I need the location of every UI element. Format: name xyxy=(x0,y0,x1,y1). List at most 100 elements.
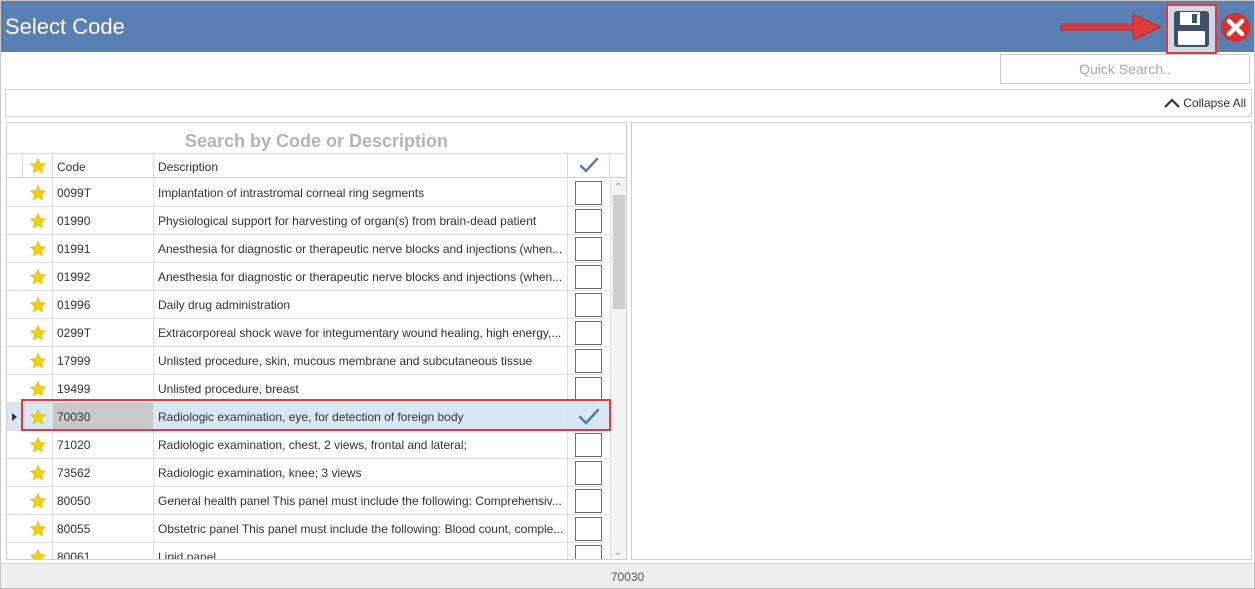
select-checkbox-cell[interactable] xyxy=(568,263,609,291)
description-cell[interactable]: Obstetric panel This panel must include … xyxy=(154,515,568,543)
header-code-col[interactable]: Code xyxy=(53,154,154,177)
select-checkbox-cell[interactable] xyxy=(568,403,609,431)
grid-rows: 0099T Implantation of intrastromal cornea… xyxy=(7,179,610,559)
select-checkbox-cell[interactable] xyxy=(568,375,609,403)
select-checkbox-cell[interactable] xyxy=(568,179,609,207)
favorite-star-cell[interactable] xyxy=(23,347,53,375)
favorite-star-cell[interactable] xyxy=(23,459,53,487)
select-checkbox-cell[interactable] xyxy=(568,515,609,543)
table-row[interactable]: 0299T Extracorporeal shock wave for integ… xyxy=(7,319,610,347)
code-cell[interactable]: 01991 xyxy=(53,235,154,263)
description-cell[interactable]: Implantation of intrastromal corneal rin… xyxy=(154,179,568,207)
select-checkbox[interactable] xyxy=(575,377,602,401)
code-cell[interactable]: 17999 xyxy=(53,347,154,375)
description-cell[interactable]: Unlisted procedure, breast xyxy=(154,375,568,403)
quick-search-input[interactable] xyxy=(1001,55,1249,83)
select-checkbox[interactable] xyxy=(575,293,602,317)
quick-search-box[interactable] xyxy=(1000,54,1250,84)
table-row[interactable]: 01990 Physiological support for harvestin… xyxy=(7,207,610,235)
table-row[interactable]: 17999 Unlisted procedure, skin, mucous me… xyxy=(7,347,610,375)
code-cell[interactable]: 71020 xyxy=(53,431,154,459)
select-checkbox-cell[interactable] xyxy=(568,235,609,263)
favorite-star-cell[interactable] xyxy=(23,431,53,459)
table-row[interactable]: 01996 Daily drug administration xyxy=(7,291,610,319)
code-cell[interactable]: 0099T xyxy=(53,179,154,207)
select-checkbox[interactable] xyxy=(575,237,602,261)
description-cell[interactable]: Radiologic examination, chest, 2 views, … xyxy=(154,431,568,459)
favorite-star-cell[interactable] xyxy=(23,487,53,515)
grid-scrollbar[interactable]: ⌃ ⌄ xyxy=(610,179,626,559)
description-cell[interactable]: Radiologic examination, eye, for detecti… xyxy=(154,403,568,431)
description-cell[interactable]: Lipid panel xyxy=(154,543,568,559)
favorite-star-cell[interactable] xyxy=(23,235,53,263)
select-checkbox-cell[interactable] xyxy=(568,347,609,375)
code-cell[interactable]: 0299T xyxy=(53,319,154,347)
table-row[interactable]: 0099T Implantation of intrastromal cornea… xyxy=(7,179,610,207)
code-cell[interactable]: 01992 xyxy=(53,263,154,291)
description-cell[interactable]: Extracorporeal shock wave for integument… xyxy=(154,319,568,347)
header-check-col[interactable] xyxy=(568,154,610,177)
save-button[interactable] xyxy=(1166,4,1217,54)
description-cell[interactable]: Anesthesia for diagnostic or therapeutic… xyxy=(154,263,568,291)
select-checkbox-cell[interactable] xyxy=(568,319,609,347)
favorite-star-cell[interactable] xyxy=(23,375,53,403)
code-cell[interactable]: 80055 xyxy=(53,515,154,543)
code-cell[interactable]: 73562 xyxy=(53,459,154,487)
description-cell[interactable]: Physiological support for harvesting of … xyxy=(154,207,568,235)
select-checkbox-cell[interactable] xyxy=(568,459,609,487)
code-cell[interactable]: 80061 xyxy=(53,543,154,559)
select-checkbox[interactable] xyxy=(575,517,602,541)
chevron-up-icon xyxy=(1164,98,1181,108)
code-cell[interactable]: 01990 xyxy=(53,207,154,235)
collapse-all-button[interactable]: Collapse All xyxy=(1163,96,1246,110)
favorite-star-cell[interactable] xyxy=(23,207,53,235)
description-cell[interactable]: General health panel This panel must inc… xyxy=(154,487,568,515)
select-checkbox[interactable] xyxy=(575,321,602,345)
favorite-star-cell[interactable] xyxy=(23,515,53,543)
select-checkbox-cell[interactable] xyxy=(568,207,609,235)
table-row[interactable]: 71020 Radiologic examination, chest, 2 vi… xyxy=(7,431,610,459)
favorite-star-cell[interactable] xyxy=(23,319,53,347)
description-cell[interactable]: Anesthesia for diagnostic or therapeutic… xyxy=(154,235,568,263)
code-cell[interactable]: 70030 xyxy=(53,403,154,431)
checkmark-icon xyxy=(579,157,598,173)
description-cell[interactable]: Unlisted procedure, skin, mucous membran… xyxy=(154,347,568,375)
favorite-star-cell[interactable] xyxy=(23,543,53,559)
scroll-thumb[interactable] xyxy=(613,195,625,309)
select-checkbox-cell[interactable] xyxy=(568,431,609,459)
close-button[interactable] xyxy=(1220,12,1251,43)
scroll-up-icon[interactable]: ⌃ xyxy=(614,182,622,193)
code-cell[interactable]: 80050 xyxy=(53,487,154,515)
favorite-star-cell[interactable] xyxy=(23,291,53,319)
header-favorite-col[interactable] xyxy=(23,154,53,177)
description-cell[interactable]: Radiologic examination, knee; 3 views xyxy=(154,459,568,487)
select-checkbox[interactable] xyxy=(575,489,602,513)
favorite-star-cell[interactable] xyxy=(23,403,53,431)
select-checkbox-cell[interactable] xyxy=(568,543,609,559)
select-checkbox-cell[interactable] xyxy=(568,291,609,319)
favorite-star-cell[interactable] xyxy=(23,179,53,207)
table-row[interactable]: 73562 Radiologic examination, knee; 3 vie… xyxy=(7,459,610,487)
select-checkbox[interactable] xyxy=(575,461,602,485)
table-row[interactable]: 01991 Anesthesia for diagnostic or therap… xyxy=(7,235,610,263)
description-cell[interactable]: Daily drug administration xyxy=(154,291,568,319)
select-checkbox[interactable] xyxy=(575,349,602,373)
table-row[interactable]: 80061 Lipid panel xyxy=(7,543,610,559)
scroll-down-icon[interactable]: ⌄ xyxy=(614,547,622,558)
select-checkbox[interactable] xyxy=(575,433,602,457)
select-checkbox[interactable] xyxy=(575,545,602,559)
table-row[interactable]: 80050 General health panel This panel mus… xyxy=(7,487,610,515)
code-cell[interactable]: 01996 xyxy=(53,291,154,319)
select-checkbox-cell[interactable] xyxy=(568,487,609,515)
select-checkbox[interactable] xyxy=(575,209,602,233)
code-cell[interactable]: 19499 xyxy=(53,375,154,403)
table-row[interactable]: 01992 Anesthesia for diagnostic or therap… xyxy=(7,263,610,291)
select-checkbox[interactable] xyxy=(575,405,602,429)
select-checkbox[interactable] xyxy=(575,181,602,205)
select-checkbox[interactable] xyxy=(575,265,602,289)
table-row[interactable]: 80055 Obstetric panel This panel must inc… xyxy=(7,515,610,543)
table-row[interactable]: 70030 Radiologic examination, eye, for de… xyxy=(7,403,610,431)
table-row[interactable]: 19499 Unlisted procedure, breast xyxy=(7,375,610,403)
favorite-star-cell[interactable] xyxy=(23,263,53,291)
header-description-col[interactable]: Description xyxy=(154,154,568,177)
